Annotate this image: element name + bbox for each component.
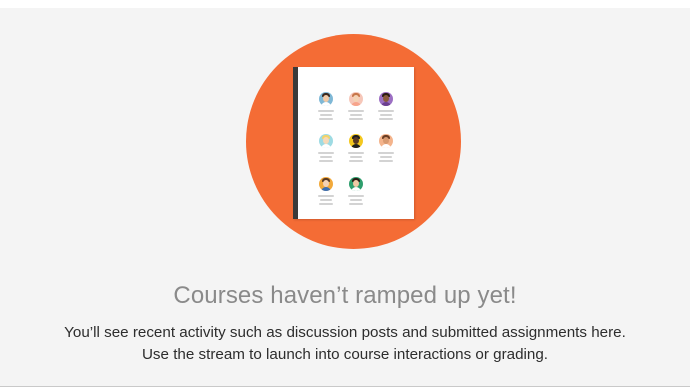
- avatar-item: [316, 134, 336, 162]
- empty-state-description: You’ll see recent activity such as discu…: [64, 324, 626, 341]
- person-avatar-icon: [349, 92, 363, 106]
- roster-document-icon: [293, 67, 414, 219]
- avatar-item: [346, 134, 366, 162]
- avatar-item: [376, 134, 396, 162]
- person-avatar-icon: [349, 177, 363, 191]
- person-avatar-icon: [379, 92, 393, 106]
- person-avatar-icon: [319, 92, 333, 106]
- avatar-item: [316, 92, 336, 120]
- avatar-item: [346, 177, 366, 205]
- person-avatar-icon: [349, 134, 363, 148]
- avatar-item: [346, 92, 366, 120]
- avatar-item: [316, 177, 336, 205]
- empty-state-title: Courses haven’t ramped up yet!: [173, 282, 517, 309]
- empty-state-panel: Courses haven’t ramped up yet! You’ll se…: [0, 8, 690, 387]
- avatar-item: [376, 92, 396, 120]
- person-avatar-icon: [319, 177, 333, 191]
- panel-edge: [693, 8, 699, 388]
- empty-state-hint: Use the stream to launch into course int…: [141, 346, 549, 363]
- person-avatar-icon: [319, 134, 333, 148]
- person-avatar-icon: [379, 134, 393, 148]
